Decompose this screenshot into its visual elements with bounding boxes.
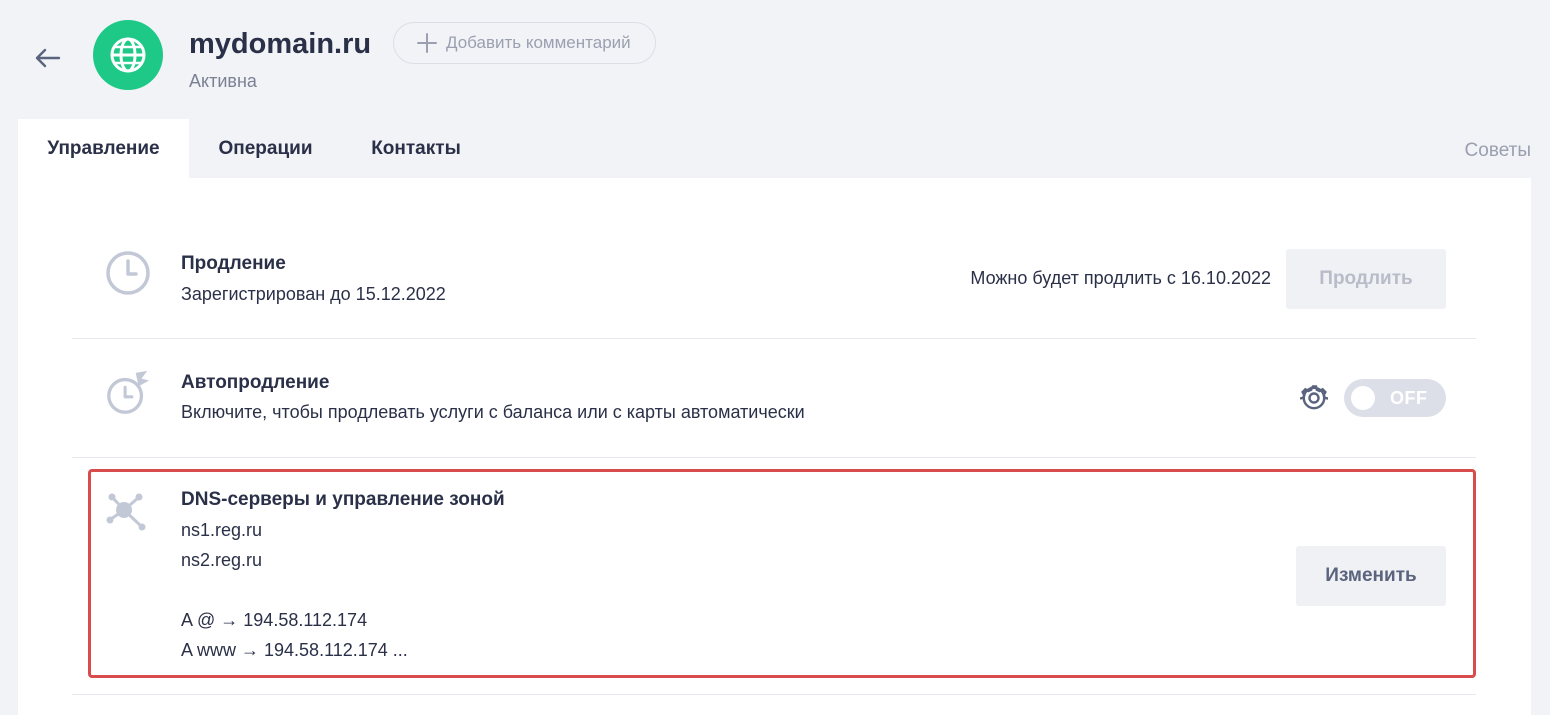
tab-contacts[interactable]: Контакты [342,119,490,178]
arrow-left-icon [35,48,61,68]
autorenew-toggle[interactable]: OFF [1344,379,1446,417]
autorenew-settings-button[interactable] [1299,383,1329,413]
dns-record: A @ → 194.58.112.174 [181,610,368,630]
renewal-title: Продление [181,253,286,274]
auto-renew-clock-icon [104,369,152,417]
back-button[interactable] [30,40,66,76]
domain-avatar [93,20,163,90]
change-dns-button[interactable]: Изменить [1296,546,1446,606]
renew-button[interactable]: Продлить [1286,249,1446,309]
toggle-knob [1351,386,1375,410]
dns-title: DNS-серверы и управление зоной [181,489,505,510]
dns-network-icon [102,486,150,534]
change-dns-button-label: Изменить [1325,565,1417,586]
dns-server: ns2.reg.ru [181,550,263,570]
row-divider [72,338,1476,339]
dns-record: A www → 194.58.112.174 ... [181,640,408,660]
domain-name: mydomain.ru [189,28,372,60]
add-comment-label: Добавить комментарий [446,33,631,52]
clock-icon [104,249,152,297]
plus-icon [416,32,438,54]
row-divider [72,457,1476,458]
tab-label: Операции [218,137,313,159]
tab-operations[interactable]: Операции [189,119,342,178]
add-comment-button[interactable]: Добавить комментарий [393,22,656,64]
tab-management[interactable]: Управление [18,119,189,178]
renew-button-label: Продлить [1319,268,1413,289]
autorenew-title: Автопродление [181,372,330,393]
renewal-subtitle: Зарегистрирован до 15.12.2022 [181,284,446,304]
renewal-note: Можно будет продлить с 16.10.2022 [970,268,1271,288]
globe-icon [110,37,146,73]
dns-server: ns1.reg.ru [181,520,263,540]
tips-link[interactable]: Советы [1465,140,1531,162]
tab-label: Контакты [371,137,461,159]
toggle-label: OFF [1390,388,1428,408]
autorenew-subtitle: Включите, чтобы продлевать услуги с бала… [181,402,805,422]
tab-label: Управление [47,137,160,159]
domain-status: Активна [189,71,257,91]
row-divider [72,694,1476,695]
gear-icon [1300,385,1328,410]
